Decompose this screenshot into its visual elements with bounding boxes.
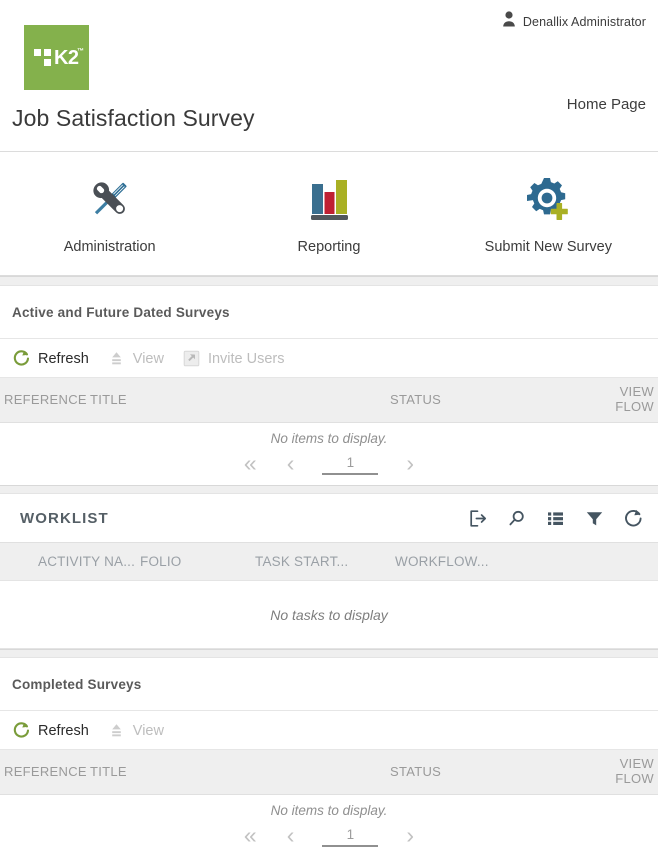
gear-plus-icon xyxy=(519,170,577,228)
section-divider-3 xyxy=(0,649,658,658)
completed-surveys-title: Completed Surveys xyxy=(0,658,658,711)
k2-logo-squares xyxy=(34,49,51,66)
open-item-icon[interactable] xyxy=(467,508,488,529)
active-view-button[interactable]: View xyxy=(107,349,164,368)
completed-refresh-button[interactable]: Refresh xyxy=(12,721,89,740)
active-surveys-empty-message: No items to display. xyxy=(0,423,658,448)
worklist-header: WORKLIST xyxy=(0,494,658,543)
pager-first-button[interactable]: « xyxy=(242,452,259,475)
search-icon[interactable] xyxy=(506,508,527,529)
tile-administration[interactable]: Administration xyxy=(0,170,219,255)
pager-page-input[interactable] xyxy=(322,824,379,847)
person-icon xyxy=(502,11,516,32)
active-refresh-label: Refresh xyxy=(38,350,89,367)
completed-surveys-toolbar: Refresh View xyxy=(0,711,658,750)
k2-logo-text: K2 ™ xyxy=(53,46,84,69)
column-header-status[interactable]: STATUS xyxy=(386,389,600,412)
active-invite-users-label: Invite Users xyxy=(207,350,285,367)
column-header-reference[interactable]: REFERENCE xyxy=(0,389,87,412)
view-icon xyxy=(107,349,126,368)
completed-surveys-panel: Completed Surveys Refresh View REFERENCE… xyxy=(0,658,658,857)
filter-icon[interactable] xyxy=(584,508,605,529)
completed-surveys-empty-message: No items to display. xyxy=(0,795,658,820)
bar-chart-icon xyxy=(300,170,358,228)
tile-reporting[interactable]: Reporting xyxy=(219,170,438,255)
section-divider-2 xyxy=(0,485,658,494)
active-surveys-panel: Active and Future Dated Surveys Refresh xyxy=(0,286,658,485)
page-root: Denallix Administrator K2 ™ Job Satisfact… xyxy=(0,0,658,857)
active-surveys-grid-header: REFERENCE TITLE STATUS VIEW FLOW xyxy=(0,378,658,423)
page-header: Denallix Administrator K2 ™ Job Satisfact… xyxy=(0,0,658,152)
tile-submit-new-survey[interactable]: Submit New Survey xyxy=(439,170,658,255)
pager-first-button[interactable]: « xyxy=(242,824,259,847)
pager-next-button[interactable]: › xyxy=(404,452,416,475)
active-invite-users-button[interactable]: Invite Users xyxy=(182,349,285,368)
column-header-activity-name[interactable]: ACTIVITY NA... xyxy=(0,554,140,569)
column-header-view-flow[interactable]: VIEW FLOW xyxy=(600,381,658,419)
completed-surveys-pager: « ‹ › xyxy=(0,820,658,857)
completed-refresh-label: Refresh xyxy=(38,722,89,739)
pager-next-button[interactable]: › xyxy=(404,824,416,847)
column-header-task-start[interactable]: TASK START... xyxy=(255,554,395,569)
pager-page-input[interactable] xyxy=(322,452,379,475)
user-area[interactable]: Denallix Administrator xyxy=(502,11,646,32)
column-header-workflow[interactable]: WORKFLOW... xyxy=(395,554,658,569)
pager-prev-button[interactable]: ‹ xyxy=(285,824,297,847)
page-title: Job Satisfaction Survey xyxy=(12,105,255,131)
column-header-folio[interactable]: FOLIO xyxy=(140,554,255,569)
column-header-title[interactable]: TITLE xyxy=(86,389,386,412)
user-name: Denallix Administrator xyxy=(522,14,646,29)
home-page-link[interactable]: Home Page xyxy=(567,96,646,113)
refresh-icon xyxy=(12,349,31,368)
active-surveys-toolbar: Refresh View Invite Users xyxy=(0,339,658,378)
invite-users-icon xyxy=(182,349,201,368)
shortcut-tiles: Administration Reporting Submit New Surv… xyxy=(0,152,658,276)
completed-view-label: View xyxy=(132,722,164,739)
worklist-icon-bar xyxy=(467,508,644,529)
column-header-view-flow[interactable]: VIEW FLOW xyxy=(600,753,658,791)
tile-label-reporting: Reporting xyxy=(297,239,361,255)
view-icon xyxy=(107,721,126,740)
column-header-reference[interactable]: REFERENCE xyxy=(0,761,87,784)
worklist-title: WORKLIST xyxy=(20,510,109,527)
active-view-label: View xyxy=(132,350,164,367)
tile-label-administration: Administration xyxy=(63,239,156,255)
pager-prev-button[interactable]: ‹ xyxy=(285,452,297,475)
k2-logo[interactable]: K2 ™ xyxy=(24,25,89,90)
list-view-icon[interactable] xyxy=(545,508,566,529)
completed-surveys-grid-header: REFERENCE TITLE STATUS VIEW FLOW xyxy=(0,750,658,795)
section-divider-1 xyxy=(0,276,658,286)
tile-label-submit-new-survey: Submit New Survey xyxy=(484,239,612,255)
active-surveys-title: Active and Future Dated Surveys xyxy=(0,286,658,339)
active-refresh-button[interactable]: Refresh xyxy=(12,349,89,368)
active-surveys-pager: « ‹ › xyxy=(0,448,658,485)
worklist-panel: WORKLIST ACTIVITY NA... FOLIO TASK START… xyxy=(0,494,658,649)
worklist-grid-header: ACTIVITY NA... FOLIO TASK START... WORKF… xyxy=(0,543,658,581)
column-header-title[interactable]: TITLE xyxy=(86,761,386,784)
worklist-empty-message: No tasks to display xyxy=(0,581,658,649)
column-header-status[interactable]: STATUS xyxy=(386,761,600,784)
tools-icon xyxy=(81,170,139,228)
refresh-icon[interactable] xyxy=(623,508,644,529)
refresh-icon xyxy=(12,721,31,740)
completed-view-button[interactable]: View xyxy=(107,721,164,740)
